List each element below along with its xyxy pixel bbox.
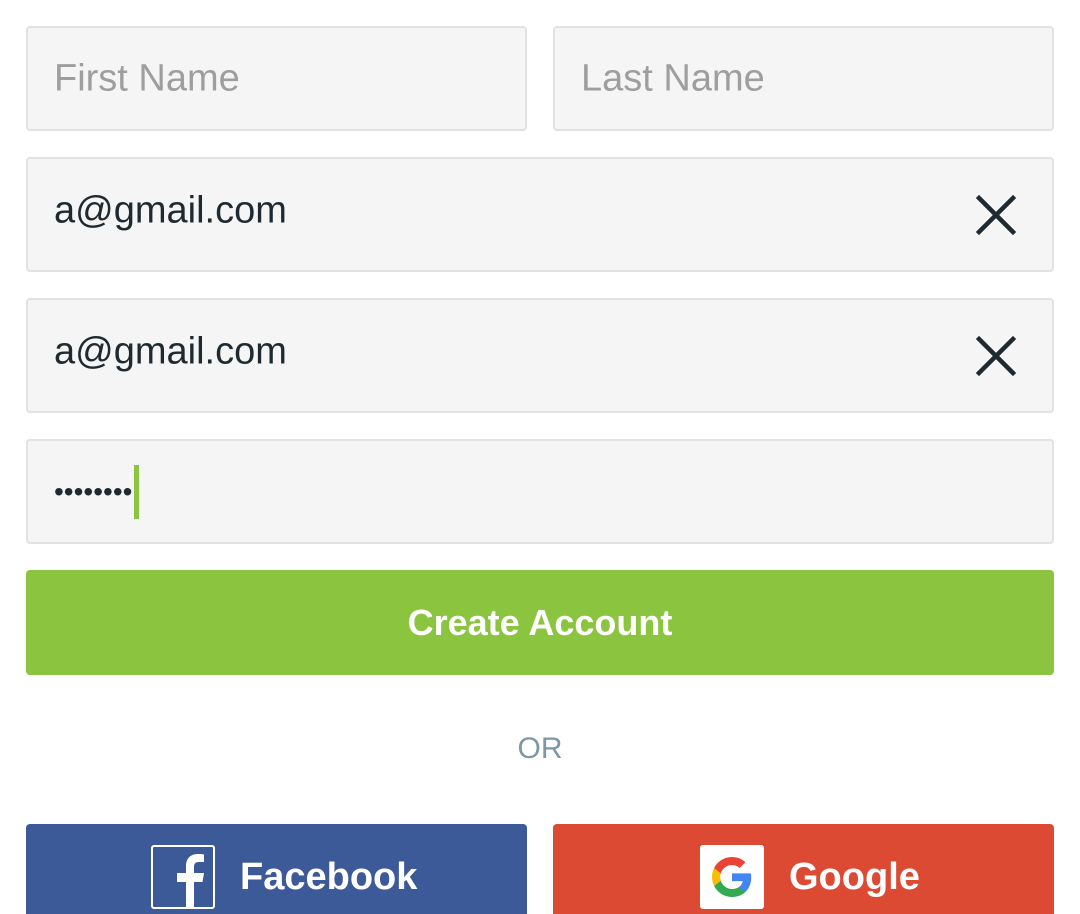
email-field[interactable]: a@gmail.com — [26, 157, 1054, 272]
google-icon — [700, 845, 764, 909]
text-cursor — [134, 464, 140, 519]
password-field[interactable]: •••••••• — [26, 439, 1054, 544]
first-name-field[interactable]: First Name — [26, 26, 527, 131]
create-account-button[interactable]: Create Account — [26, 570, 1054, 675]
facebook-login-button[interactable]: Facebook — [26, 824, 527, 914]
first-name-placeholder: First Name — [54, 57, 240, 99]
password-masked-value: •••••••• — [54, 475, 133, 507]
create-account-label: Create Account — [407, 601, 673, 643]
last-name-placeholder: Last Name — [581, 57, 765, 99]
confirm-email-field[interactable]: a@gmail.com — [26, 298, 1054, 413]
facebook-label: Facebook — [240, 856, 418, 898]
email-value: a@gmail.com — [54, 189, 287, 232]
google-label: Google — [789, 856, 920, 898]
or-divider: OR — [517, 732, 563, 765]
signup-form: First Name Last Name a@gmail.com a@gmail… — [0, 0, 1080, 914]
google-login-button[interactable]: Google — [553, 824, 1054, 914]
facebook-icon — [151, 845, 215, 909]
confirm-email-value: a@gmail.com — [54, 330, 287, 373]
clear-email-icon[interactable] — [974, 193, 1018, 237]
clear-confirm-email-icon[interactable] — [974, 334, 1018, 378]
password-content: •••••••• — [54, 464, 140, 519]
last-name-field[interactable]: Last Name — [553, 26, 1054, 131]
